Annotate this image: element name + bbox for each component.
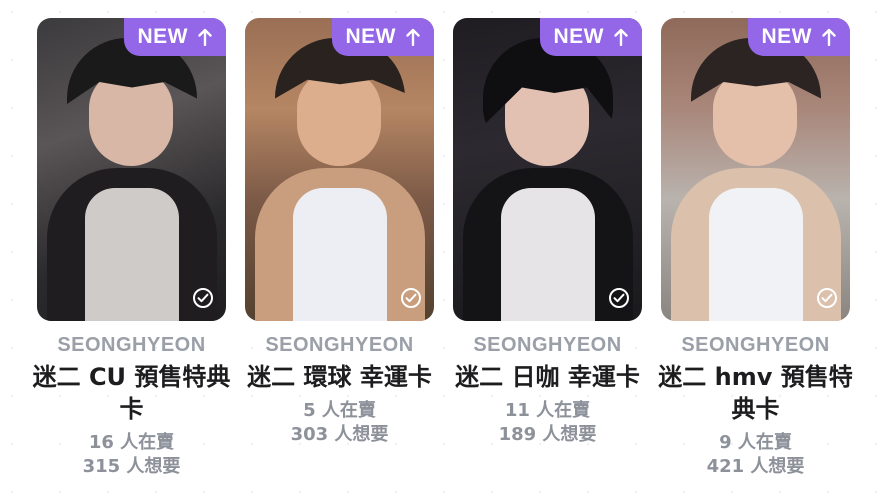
check-circle-icon[interactable] bbox=[400, 287, 422, 309]
new-badge-label: NEW bbox=[761, 25, 812, 48]
photocard-grid: NEW SEONGHYEON 迷二 CU 預售特典卡 16 人在賣 315 人想… bbox=[33, 18, 853, 500]
artist-name: SEONGHYEON bbox=[681, 334, 830, 356]
photocard-image[interactable]: NEW bbox=[453, 18, 642, 321]
sellers-count: 9 人在賣 bbox=[719, 432, 792, 453]
new-badge-label: NEW bbox=[553, 25, 604, 48]
new-badge: NEW bbox=[539, 18, 642, 56]
card-stats: 11 人在賣 189 人想要 bbox=[499, 399, 597, 447]
sellers-count: 16 人在賣 bbox=[88, 432, 175, 453]
artist-name: SEONGHYEON bbox=[265, 334, 414, 356]
photocard-image[interactable]: NEW bbox=[661, 18, 850, 321]
wanters-count: 421 人想要 bbox=[706, 456, 805, 477]
photocard-item[interactable]: NEW SEONGHYEON 迷二 環球 幸運卡 5 人在賣 303 人想要 bbox=[245, 18, 434, 500]
wanters-count: 189 人想要 bbox=[498, 424, 597, 445]
check-circle-icon[interactable] bbox=[192, 287, 214, 309]
card-stats: 5 人在賣 303 人想要 bbox=[291, 399, 389, 447]
new-badge: NEW bbox=[331, 18, 434, 56]
photocard-item[interactable]: NEW SEONGHYEON 迷二 CU 預售特典卡 16 人在賣 315 人想… bbox=[33, 18, 230, 500]
check-circle-icon[interactable] bbox=[816, 287, 838, 309]
sellers-count: 11 人在賣 bbox=[504, 400, 591, 421]
photocard-image[interactable]: NEW bbox=[37, 18, 226, 321]
arrow-up-icon bbox=[406, 28, 420, 46]
wanters-count: 315 人想要 bbox=[82, 456, 181, 477]
new-badge: NEW bbox=[123, 18, 226, 56]
photocard-item[interactable]: NEW SEONGHYEON 迷二 日咖 幸運卡 11 人在賣 189 人想要 bbox=[453, 18, 642, 500]
card-title[interactable]: 迷二 環球 幸運卡 bbox=[240, 361, 440, 393]
arrow-up-icon bbox=[822, 28, 836, 46]
card-title[interactable]: 迷二 CU 預售特典卡 bbox=[32, 361, 232, 425]
card-stats: 9 人在賣 421 人想要 bbox=[707, 431, 805, 479]
card-stats: 16 人在賣 315 人想要 bbox=[83, 431, 181, 479]
card-title[interactable]: 迷二 hmv 預售特典卡 bbox=[656, 361, 856, 425]
artist-name: SEONGHYEON bbox=[57, 334, 206, 356]
artist-name: SEONGHYEON bbox=[473, 334, 622, 356]
card-title[interactable]: 迷二 日咖 幸運卡 bbox=[448, 361, 648, 393]
new-badge-label: NEW bbox=[137, 25, 188, 48]
arrow-up-icon bbox=[614, 28, 628, 46]
wanters-count: 303 人想要 bbox=[290, 424, 389, 445]
check-circle-icon[interactable] bbox=[608, 287, 630, 309]
photocard-item[interactable]: NEW SEONGHYEON 迷二 hmv 預售特典卡 9 人在賣 421 人想… bbox=[658, 18, 853, 500]
arrow-up-icon bbox=[198, 28, 212, 46]
sellers-count: 5 人在賣 bbox=[303, 400, 376, 421]
new-badge: NEW bbox=[747, 18, 850, 56]
new-badge-label: NEW bbox=[345, 25, 396, 48]
photocard-image[interactable]: NEW bbox=[245, 18, 434, 321]
